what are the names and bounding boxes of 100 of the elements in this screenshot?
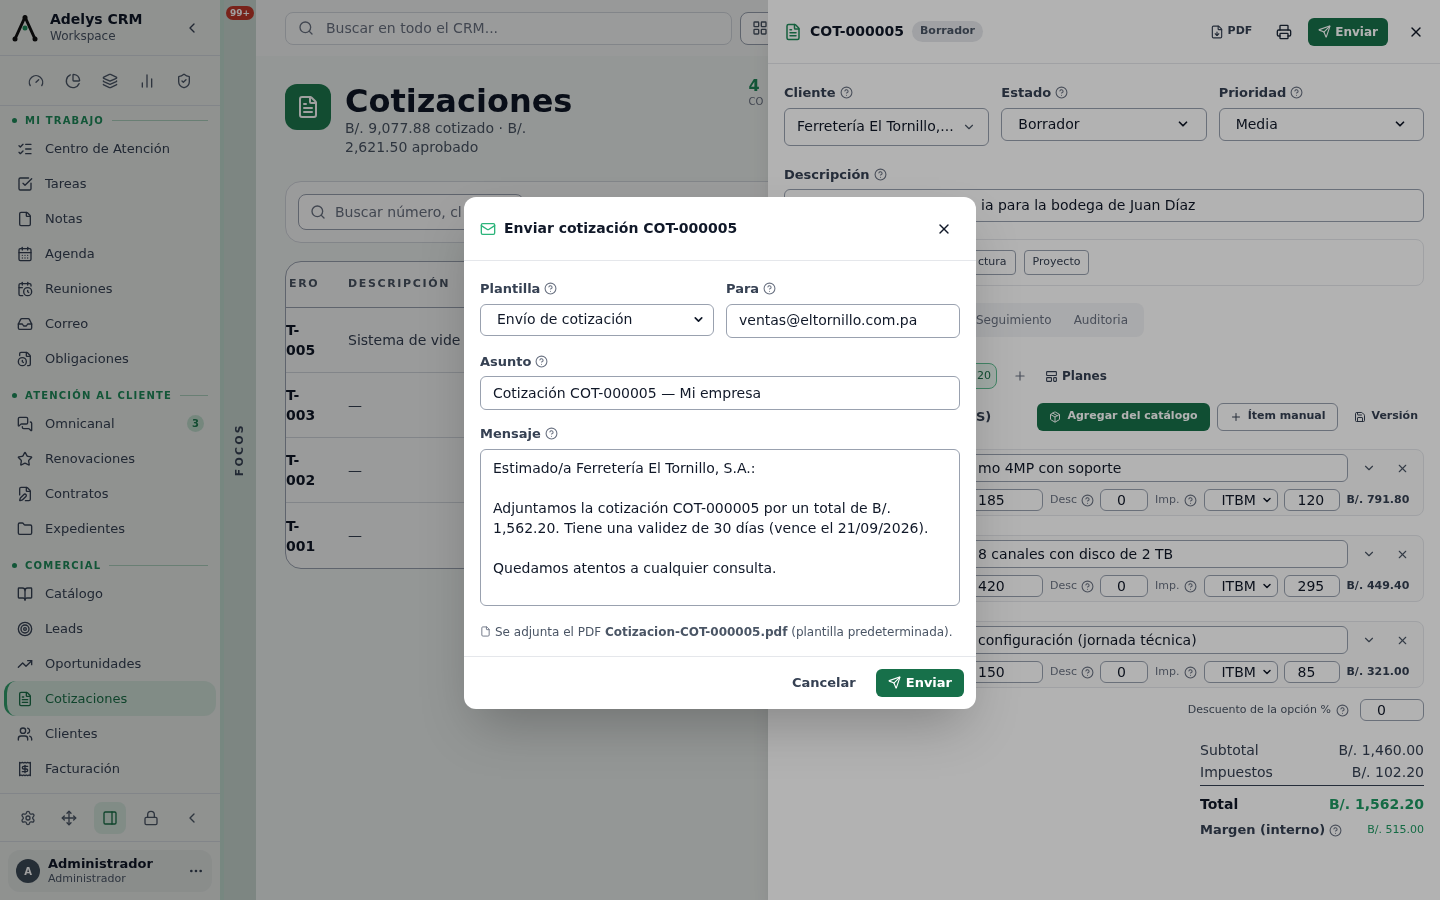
client-combobox[interactable]: Ferretería El Tornillo,...: [784, 107, 990, 146]
recipient-field[interactable]: ventas@eltornillo.com.pa: [726, 303, 960, 338]
field-label: Mensaje: [480, 425, 541, 443]
layers-icon[interactable]: [102, 72, 118, 89]
cost-field[interactable]: 295: [1284, 575, 1341, 597]
tab[interactable]: Auditoria: [1073, 311, 1129, 329]
nav-item[interactable]: Renovaciones: [4, 441, 216, 476]
toolbar-button[interactable]: [94, 801, 126, 834]
help-icon[interactable]: [1329, 823, 1343, 837]
drawer-title: COT-000005: [810, 22, 904, 41]
nav-item[interactable]: Omnicanal 3: [4, 406, 216, 441]
user-role: Administrador: [48, 872, 127, 886]
field-label: Para: [726, 280, 760, 298]
gauge-icon[interactable]: [28, 72, 44, 89]
help-icon[interactable]: [1184, 493, 1198, 507]
table-cell-text: Sistema de vide: [348, 330, 461, 350]
discount-field[interactable]: 0: [1100, 575, 1149, 597]
field-label: Cliente: [784, 84, 836, 102]
catalog-button[interactable]: Agregar del catálogo: [1037, 402, 1210, 431]
send-button[interactable]: Enviar: [875, 668, 964, 697]
message-field[interactable]: Estimado/a Ferretería El Tornillo, S.A.: Adjuntamos la cotización COT-000005 por un total de B/. 1,562.20. Tiene una validez de 30 días (vence el 21/09/2026). Quedamos atentos a cualquier consulta.: [480, 448, 960, 606]
stat-label: CO: [748, 96, 764, 109]
help-icon[interactable]: [544, 282, 558, 296]
total-value: B/. 1,562.20: [1328, 794, 1424, 814]
discount-field[interactable]: 0: [1100, 661, 1149, 683]
focus-strip[interactable]: 99+ FOCOS: [220, 0, 256, 900]
user-card[interactable]: A Administrador Administrador: [8, 850, 212, 892]
field-label: Desc: [1050, 491, 1078, 508]
nav-item[interactable]: Clientes: [4, 716, 216, 751]
plus-icon: [1229, 410, 1242, 423]
template-select[interactable]: Envío de cotización: [480, 303, 714, 336]
nav-item[interactable]: Facturación: [4, 751, 216, 786]
nav-item[interactable]: Notas: [4, 201, 216, 236]
nav-item[interactable]: Agenda: [4, 236, 216, 271]
total-label: Margen (interno): [1200, 821, 1326, 840]
line-total: B/. 321.00: [1346, 663, 1410, 680]
bar-chart-icon[interactable]: [139, 72, 155, 89]
stat-value: 4: [748, 76, 761, 96]
tax-select[interactable]: ITBM: [1204, 489, 1279, 511]
global-search-field[interactable]: Buscar en todo el CRM...: [285, 11, 732, 45]
help-icon[interactable]: [1081, 493, 1095, 507]
nav-item[interactable]: Centro de Atención: [4, 131, 216, 166]
nav-item[interactable]: Oportunidades: [4, 646, 216, 681]
nav-item[interactable]: Reuniones: [4, 271, 216, 306]
help-icon[interactable]: [535, 354, 549, 368]
field-label: Asunto: [480, 352, 532, 371]
pie-chart-icon[interactable]: [65, 72, 81, 89]
help-icon[interactable]: [1184, 665, 1198, 679]
total-label: Impuestos: [1200, 763, 1273, 782]
help-icon[interactable]: [839, 86, 853, 100]
help-icon[interactable]: [1336, 703, 1349, 717]
help-icon[interactable]: [544, 427, 558, 441]
send-button[interactable]: Enviar: [1308, 17, 1388, 46]
target-icon: [17, 620, 33, 637]
page-summary: B/. 9,077.88 cotizado · B/. 2,621.50 aprobado: [345, 119, 528, 158]
version-button[interactable]: Versión: [1348, 402, 1424, 431]
nav-item[interactable]: Leads: [4, 611, 216, 646]
option-discount-field[interactable]: 0: [1360, 699, 1424, 721]
tax-select[interactable]: ITBM: [1204, 661, 1279, 683]
nav-item[interactable]: Catálogo: [4, 576, 216, 611]
add-icon[interactable]: [1013, 369, 1027, 383]
user-name: Administrador: [48, 856, 154, 873]
select-field[interactable]: Media: [1218, 107, 1424, 141]
inbox-icon: [17, 315, 33, 332]
nav-item[interactable]: Correo: [4, 306, 216, 341]
select-field[interactable]: Borrador: [1001, 107, 1207, 141]
field-label: Imp.: [1155, 577, 1180, 594]
nav-item[interactable]: Tareas: [4, 166, 216, 201]
document-icon: [17, 690, 33, 707]
help-icon[interactable]: [1290, 86, 1304, 100]
help-icon[interactable]: [1081, 665, 1095, 679]
manual-item-button[interactable]: Ítem manual: [1216, 402, 1339, 431]
nav-item[interactable]: Obligaciones: [4, 341, 216, 376]
help-icon[interactable]: [873, 167, 887, 181]
help-icon[interactable]: [1081, 579, 1095, 593]
search-icon: [310, 204, 326, 221]
pdf-button[interactable]: PDF: [1201, 23, 1261, 40]
file-pen-icon: [17, 485, 33, 502]
field-label: Prioridad: [1218, 84, 1287, 102]
tax-select[interactable]: ITBM: [1204, 575, 1279, 597]
cost-field[interactable]: 85: [1284, 661, 1341, 683]
cost-field[interactable]: 120: [1284, 489, 1341, 511]
users-icon: [17, 725, 33, 742]
print-icon[interactable]: [1276, 23, 1293, 40]
nav-item[interactable]: Contratos: [4, 476, 216, 511]
shield-icon[interactable]: [176, 72, 192, 89]
line-total: B/. 791.80: [1346, 491, 1410, 508]
discount-field[interactable]: 0: [1100, 489, 1149, 511]
cancel-button[interactable]: Cancelar: [792, 672, 856, 693]
help-icon[interactable]: [1184, 579, 1198, 593]
save-icon: [1354, 410, 1367, 423]
folder-icon: [17, 520, 33, 537]
tag[interactable]: Proyecto: [1023, 250, 1090, 275]
tab[interactable]: Seguimiento: [976, 311, 1052, 329]
table-cell-text: —: [348, 526, 362, 546]
help-icon[interactable]: [763, 282, 777, 296]
subject-field[interactable]: Cotización COT-000005 — Mi empresa: [480, 376, 960, 410]
plans-button[interactable]: Planes: [1045, 367, 1107, 385]
nav-item[interactable]: Expedientes: [4, 511, 216, 546]
help-icon[interactable]: [1055, 86, 1069, 100]
